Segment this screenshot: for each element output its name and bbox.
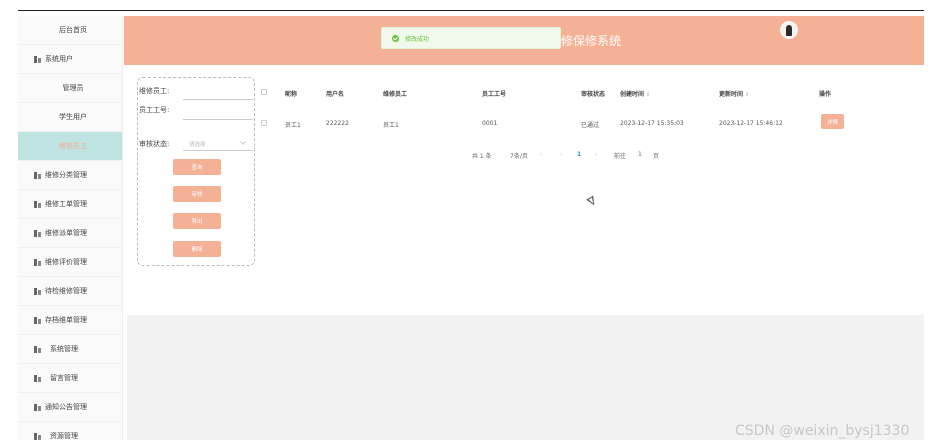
chevron-left-icon[interactable]: ‹ bbox=[540, 151, 542, 158]
column-header-staff-no: 员工工号 bbox=[482, 91, 507, 98]
sidebar-item-system-users[interactable]: 系统用户 bbox=[18, 45, 122, 74]
menu-icon bbox=[34, 171, 42, 179]
sidebar-item-admin[interactable]: 管理员 bbox=[18, 74, 122, 103]
content-footer-area bbox=[127, 315, 924, 440]
sidebar-item-repair-orders[interactable]: 维修工单管理 bbox=[18, 190, 122, 219]
column-header-staff: 维修员工 bbox=[383, 91, 408, 98]
next-page-button[interactable]: › bbox=[595, 151, 597, 158]
cell-updated: 2023-12-17 15:46:12 bbox=[719, 120, 783, 127]
sidebar-item-label: 系统管理 bbox=[50, 345, 78, 353]
select-all-checkbox[interactable] bbox=[261, 89, 267, 95]
goto-page-input[interactable]: 1 bbox=[638, 151, 642, 158]
status-select[interactable]: 请选择 bbox=[189, 140, 206, 148]
status-select-underline bbox=[183, 150, 253, 151]
staff-label: 维修员工: bbox=[139, 87, 170, 95]
cell-staff: 员工1 bbox=[383, 122, 399, 129]
menu-icon bbox=[34, 287, 42, 295]
menu-icon bbox=[34, 229, 42, 237]
sidebar-item-label: 维修工单管理 bbox=[45, 200, 87, 208]
menu-icon bbox=[34, 316, 42, 324]
staff-no-label: 员工工号: bbox=[139, 106, 170, 114]
sidebar-item-label: 资源管理 bbox=[50, 432, 78, 440]
menu-icon bbox=[34, 403, 42, 411]
page-number-current[interactable]: 1 bbox=[577, 151, 581, 158]
status-label: 审核状态: bbox=[139, 140, 170, 148]
sidebar-item-label: 维修分类管理 bbox=[45, 171, 87, 179]
watermark: CSDN @weixin_bysj1330 bbox=[735, 423, 910, 439]
menu-icon bbox=[34, 200, 42, 208]
sidebar-item-home[interactable]: 后台首页 bbox=[18, 16, 122, 45]
user-avatar[interactable] bbox=[780, 21, 798, 39]
sidebar-item-pending-repair[interactable]: 待检维修管理 bbox=[18, 277, 122, 306]
sidebar-item-repair-staff[interactable]: 维修员工 bbox=[18, 132, 122, 161]
column-header-created-label: 创建时间 bbox=[620, 91, 645, 98]
cell-username: 222222 bbox=[326, 120, 349, 127]
sidebar-item-archive[interactable]: 存档维单管理 bbox=[18, 306, 122, 335]
menu-icon bbox=[34, 55, 42, 63]
column-header-action: 操作 bbox=[819, 91, 832, 98]
row-checkbox[interactable] bbox=[261, 120, 267, 126]
cell-staff-no: 0001 bbox=[482, 120, 498, 127]
sidebar-item-label: 学生用户 bbox=[59, 113, 87, 121]
sidebar-item-label: 维修评价管理 bbox=[45, 258, 87, 266]
sidebar-item-system-admin[interactable]: 系统管理 bbox=[18, 335, 122, 364]
column-header-updated-label: 更新时间 bbox=[719, 91, 744, 98]
column-header-updated[interactable]: 更新时间 ⇕ bbox=[719, 89, 749, 98]
prev-page-button[interactable]: ‹ bbox=[560, 151, 562, 158]
pagination-total: 共 1 条 bbox=[472, 153, 492, 160]
sort-icon: ⇕ bbox=[646, 92, 651, 98]
sidebar-item-label: 维修员工 bbox=[59, 142, 87, 150]
column-header-username: 用户名 bbox=[326, 91, 345, 98]
sidebar-item-label: 管理员 bbox=[62, 84, 84, 92]
success-check-icon bbox=[392, 34, 399, 42]
sidebar-item-label: 维修派单管理 bbox=[45, 229, 87, 237]
menu-icon bbox=[34, 345, 42, 353]
sidebar-item-evaluation[interactable]: 维修评价管理 bbox=[18, 248, 122, 277]
sidebar-item-label: 待检维修管理 bbox=[45, 287, 87, 295]
top-border-line bbox=[18, 10, 924, 11]
column-header-status: 审核状态 bbox=[581, 91, 606, 98]
staff-no-input[interactable] bbox=[183, 119, 253, 120]
detail-button[interactable]: 详情 bbox=[821, 114, 844, 129]
sidebar-item-student-users[interactable]: 学生用户 bbox=[18, 103, 122, 132]
page-suffix: 页 bbox=[653, 153, 660, 160]
sidebar-item-dispatch[interactable]: 维修派单管理 bbox=[18, 219, 122, 248]
column-header-nickname: 昵称 bbox=[285, 91, 298, 98]
sidebar-item-resources[interactable]: 资源管理 bbox=[18, 422, 122, 440]
sidebar-item-label: 系统用户 bbox=[45, 55, 73, 63]
query-button[interactable]: 查询 bbox=[173, 159, 221, 175]
goto-label: 前往 bbox=[614, 153, 627, 160]
cell-created: 2023-12-17 15:35:03 bbox=[620, 120, 684, 127]
sidebar: 后台首页 系统用户 管理员 学生用户 维修员工 维修分类管理 维修工单管理 维修… bbox=[18, 16, 123, 440]
toast-message: 修改成功 bbox=[405, 35, 430, 43]
export-button[interactable]: 导出 bbox=[173, 213, 221, 229]
menu-icon bbox=[34, 258, 42, 266]
sidebar-item-label: 后台首页 bbox=[59, 26, 87, 34]
sidebar-item-notices[interactable]: 通知公告管理 bbox=[18, 393, 122, 422]
cell-status: 已通过 bbox=[581, 122, 600, 129]
sidebar-item-label: 留言管理 bbox=[50, 374, 78, 382]
page-size-select[interactable]: 7条/页 bbox=[510, 151, 528, 160]
sort-icon: ⇕ bbox=[745, 92, 750, 98]
column-header-created[interactable]: 创建时间 ⇕ bbox=[620, 89, 650, 98]
menu-icon bbox=[34, 374, 42, 382]
sidebar-item-label: 通知公告管理 bbox=[45, 403, 87, 411]
sidebar-item-repair-category[interactable]: 维修分类管理 bbox=[18, 161, 122, 190]
sidebar-item-messages[interactable]: 留言管理 bbox=[18, 364, 122, 393]
success-toast: 修改成功 bbox=[381, 27, 561, 49]
cell-nickname: 员工1 bbox=[285, 122, 301, 129]
sidebar-item-label: 存档维单管理 bbox=[45, 316, 87, 324]
staff-input[interactable] bbox=[183, 99, 253, 100]
menu-icon bbox=[34, 432, 42, 440]
review-button[interactable]: 审核 bbox=[173, 186, 221, 202]
delete-button[interactable]: 删除 bbox=[173, 241, 221, 257]
system-title: 修保修系统 bbox=[561, 34, 622, 48]
